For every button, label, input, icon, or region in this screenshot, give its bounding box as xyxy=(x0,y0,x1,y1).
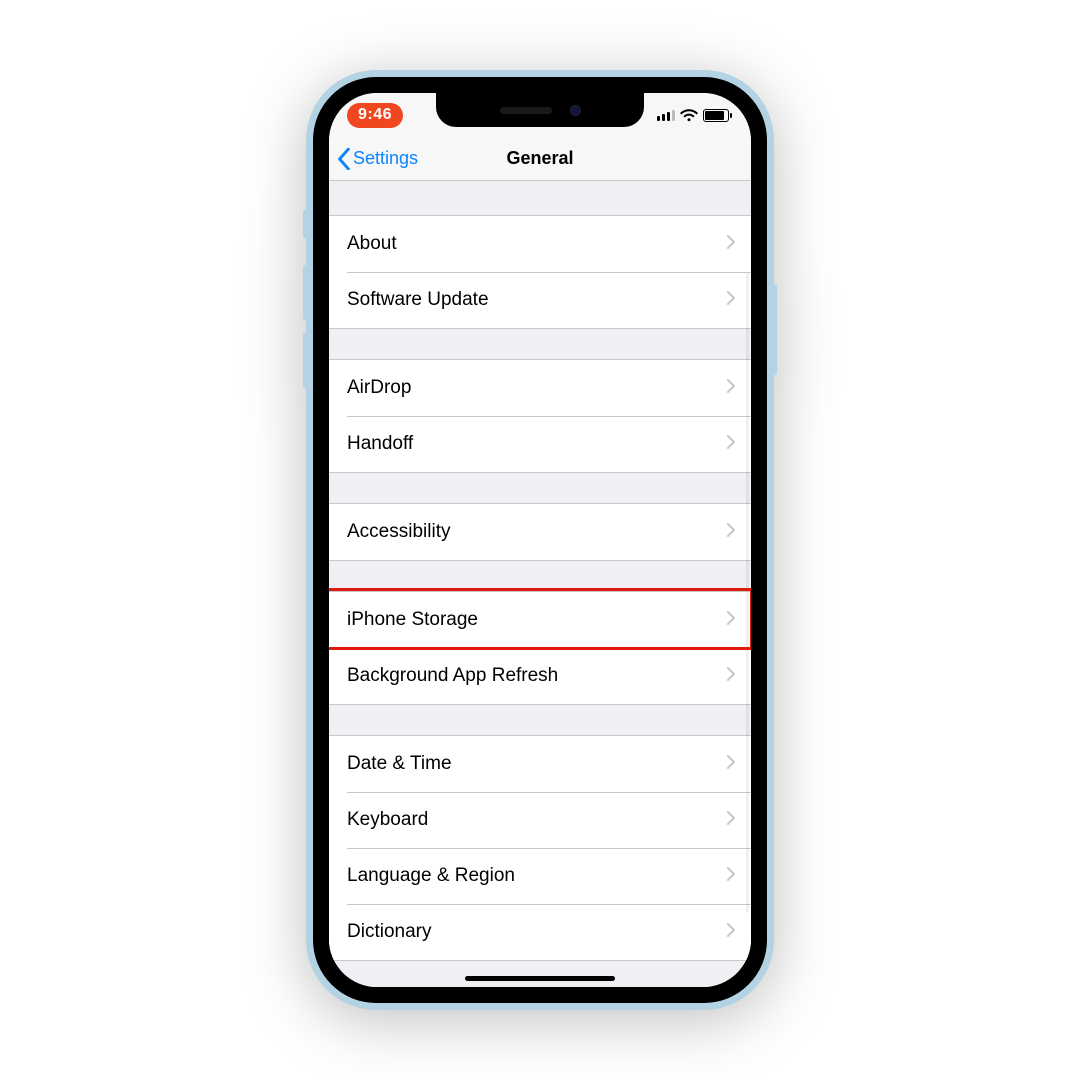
settings-group: Accessibility xyxy=(329,503,751,561)
wifi-icon xyxy=(680,109,698,122)
nav-bar: Settings General xyxy=(329,137,751,181)
group-separator xyxy=(329,181,751,215)
row-dictionary[interactable]: Dictionary xyxy=(329,904,751,960)
row-label: Accessibility xyxy=(347,521,727,543)
row-label: About xyxy=(347,233,727,255)
chevron-left-icon xyxy=(337,148,351,170)
settings-list[interactable]: About Software Update AirDrop xyxy=(329,181,751,987)
power-button xyxy=(773,285,777,375)
group-separator xyxy=(329,473,751,503)
front-camera xyxy=(570,105,581,116)
settings-group: Date & Time Keyboard Language & Region xyxy=(329,735,751,961)
chevron-right-icon xyxy=(727,291,735,310)
row-background-app-refresh[interactable]: Background App Refresh xyxy=(329,648,751,704)
chevron-right-icon xyxy=(727,755,735,774)
phone-frame-bezel: 9:46 Settings xyxy=(313,77,767,1003)
row-language-region[interactable]: Language & Region xyxy=(329,848,751,904)
settings-group: AirDrop Handoff xyxy=(329,359,751,473)
row-label: Date & Time xyxy=(347,753,727,775)
row-label: Software Update xyxy=(347,289,727,311)
volume-down-button xyxy=(303,333,307,388)
group-separator xyxy=(329,561,751,591)
settings-group: iPhone Storage Background App Refresh xyxy=(329,591,751,705)
notch xyxy=(436,93,644,127)
silence-switch xyxy=(303,210,307,238)
chevron-right-icon xyxy=(727,435,735,454)
phone-mockup: 9:46 Settings xyxy=(306,70,774,1010)
phone-frame-outer: 9:46 Settings xyxy=(306,70,774,1010)
row-label: Dictionary xyxy=(347,921,727,943)
battery-icon xyxy=(703,109,729,122)
group-separator xyxy=(329,705,751,735)
chevron-right-icon xyxy=(727,523,735,542)
chevron-right-icon xyxy=(727,611,735,630)
row-airdrop[interactable]: AirDrop xyxy=(329,360,751,416)
chevron-right-icon xyxy=(727,811,735,830)
page-title: General xyxy=(506,148,573,169)
row-label: AirDrop xyxy=(347,377,727,399)
volume-up-button xyxy=(303,265,307,320)
row-label: Language & Region xyxy=(347,865,727,887)
cellular-signal-icon xyxy=(657,109,675,121)
row-keyboard[interactable]: Keyboard xyxy=(329,792,751,848)
row-software-update[interactable]: Software Update xyxy=(329,272,751,328)
back-label: Settings xyxy=(353,148,418,169)
settings-group: About Software Update xyxy=(329,215,751,329)
group-separator xyxy=(329,329,751,359)
row-date-time[interactable]: Date & Time xyxy=(329,736,751,792)
chevron-right-icon xyxy=(727,379,735,398)
home-indicator[interactable] xyxy=(465,976,615,981)
row-iphone-storage[interactable]: iPhone Storage xyxy=(329,592,751,648)
row-label: Keyboard xyxy=(347,809,727,831)
status-indicators xyxy=(657,109,729,122)
row-label: Handoff xyxy=(347,433,727,455)
chevron-right-icon xyxy=(727,867,735,886)
screen: 9:46 Settings xyxy=(329,93,751,987)
row-label: iPhone Storage xyxy=(347,609,727,631)
earpiece-speaker xyxy=(500,107,552,114)
row-handoff[interactable]: Handoff xyxy=(329,416,751,472)
back-button[interactable]: Settings xyxy=(337,137,418,180)
row-about[interactable]: About xyxy=(329,216,751,272)
row-label: Background App Refresh xyxy=(347,665,727,687)
status-time-recording-pill[interactable]: 9:46 xyxy=(347,103,403,128)
chevron-right-icon xyxy=(727,235,735,254)
scroll-indicator xyxy=(746,273,749,913)
chevron-right-icon xyxy=(727,667,735,686)
row-accessibility[interactable]: Accessibility xyxy=(329,504,751,560)
chevron-right-icon xyxy=(727,923,735,942)
